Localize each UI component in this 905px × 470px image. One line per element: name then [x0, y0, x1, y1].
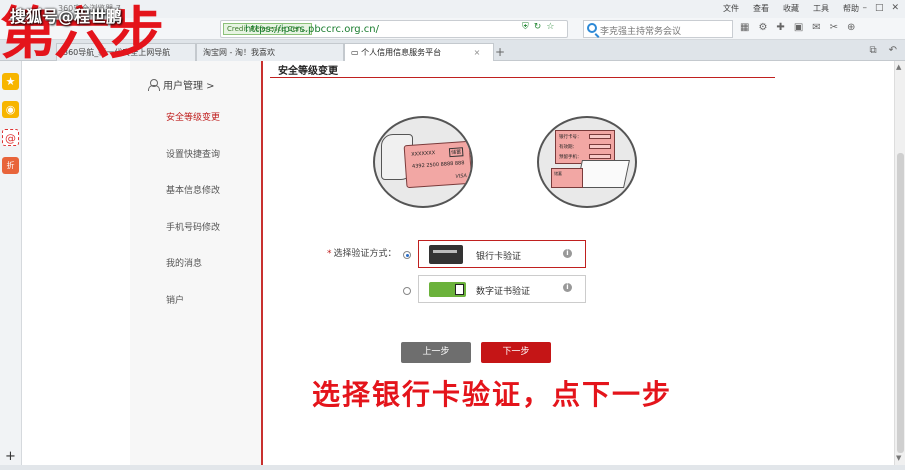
- watermark: 搜狐号@程世鹏: [10, 7, 123, 26]
- search-box[interactable]: 李克强主持常务会议: [583, 20, 733, 38]
- extension-icon[interactable]: ✚: [776, 22, 784, 33]
- vertical-scrollbar[interactable]: ▲ ▼: [894, 61, 905, 465]
- prev-step-button[interactable]: 上一步: [401, 342, 471, 363]
- address-bar[interactable]: Credit Reference Cen... https://ipcrs.pb…: [220, 20, 568, 38]
- info-icon-bank-card[interactable]: i: [563, 249, 572, 258]
- close-icon[interactable]: ✕: [891, 3, 899, 13]
- certificate-key-icon: [429, 282, 466, 297]
- online-form-illustration: 银行卡号： 有效期： 预留手机： 储蓄: [537, 116, 637, 208]
- window-menu: 文件 查看 收藏 工具 帮助: [723, 3, 859, 14]
- required-mark: *: [327, 249, 332, 259]
- address-icons: ⛨ ↻ ☆: [522, 22, 554, 32]
- add-sidebar-icon[interactable]: +: [5, 449, 16, 464]
- laptop-graphic: [576, 160, 630, 188]
- scroll-down-icon[interactable]: ▼: [896, 454, 901, 462]
- shield-icon[interactable]: ⛨: [522, 22, 529, 32]
- grid-icon[interactable]: ▦: [740, 22, 749, 33]
- minimize-icon[interactable]: –: [862, 3, 867, 13]
- nav-heading: 用户管理 >: [148, 77, 215, 92]
- instruction-caption: 选择银行卡验证，点下一步: [312, 378, 673, 411]
- bank-card-illustration: XXXXXXX 储蓄 4392 2500 8888 888 VISA: [373, 116, 473, 208]
- pdf-icon[interactable]: ▣: [794, 22, 803, 33]
- content-divider: [261, 61, 263, 465]
- option-digital-cert-label: 数字证书验证: [476, 287, 531, 297]
- url-text[interactable]: https://ipcrs.pbccrc.org.cn/: [245, 24, 379, 35]
- favorites-star-icon[interactable]: ★: [2, 73, 19, 90]
- refresh-icon[interactable]: ↻: [534, 22, 542, 32]
- undo-icon[interactable]: ↶: [889, 45, 897, 56]
- title-underline: [270, 77, 775, 78]
- search-icon: [587, 23, 597, 33]
- bank-card-icon: [429, 245, 463, 264]
- mail-at-icon[interactable]: @: [2, 129, 19, 146]
- new-tab-button[interactable]: +: [495, 45, 505, 59]
- radio-digital-cert[interactable]: [403, 287, 411, 295]
- screenshot-icon[interactable]: ✂: [830, 22, 838, 33]
- verify-method-label: * 选择验证方式：: [327, 249, 397, 259]
- page-icon: ▭: [351, 48, 362, 57]
- mail-icon[interactable]: ✉: [812, 22, 820, 33]
- form-panel-graphic: 银行卡号： 有效期： 预留手机：: [555, 130, 615, 164]
- tabbar-tools: ⧉ ↶: [869, 45, 897, 56]
- menu-favorites[interactable]: 收藏: [783, 3, 799, 14]
- scroll-up-icon[interactable]: ▲: [896, 63, 901, 71]
- discount-icon[interactable]: 折: [2, 157, 19, 174]
- menu-tools[interactable]: 工具: [813, 3, 829, 14]
- next-step-button[interactable]: 下一步: [481, 342, 551, 363]
- nav-item-phone[interactable]: 手机号码修改: [166, 220, 220, 233]
- menu-help[interactable]: 帮助: [843, 3, 859, 14]
- page-content: 用户管理 > 安全等级变更 设置快捷查询 基本信息修改 手机号码修改 我的消息 …: [22, 61, 894, 465]
- weibo-icon[interactable]: ◉: [2, 101, 19, 118]
- option-bank-card[interactable]: 银行卡验证: [418, 240, 586, 268]
- radio-bank-card[interactable]: [403, 251, 411, 259]
- tab-close-icon[interactable]: ×: [474, 48, 481, 57]
- bank-card-graphic: XXXXXXX 储蓄 4392 2500 8888 888 VISA: [403, 140, 471, 189]
- restore-tab-icon[interactable]: ⧉: [869, 45, 876, 56]
- user-icon: [148, 79, 160, 91]
- search-input[interactable]: 李克强主持常务会议: [600, 24, 681, 37]
- gear-icon[interactable]: ⚙: [758, 22, 767, 33]
- status-bar: [0, 465, 905, 470]
- star-icon[interactable]: ☆: [546, 22, 554, 32]
- nav-item-messages[interactable]: 我的消息: [166, 256, 202, 269]
- nav-item-close-account[interactable]: 销户: [166, 293, 184, 306]
- browser-side-rail: ★ ◉ @ 折 +: [0, 61, 22, 470]
- mini-card-graphic: 储蓄: [551, 168, 583, 188]
- scroll-thumb[interactable]: [897, 153, 904, 453]
- page-title: 安全等级变更: [278, 66, 338, 77]
- zoom-icon[interactable]: ⊕: [847, 22, 855, 33]
- option-digital-cert[interactable]: 数字证书验证: [418, 275, 586, 303]
- menu-view[interactable]: 查看: [753, 3, 769, 14]
- maximize-icon[interactable]: □: [875, 3, 884, 13]
- nav-item-quick-query[interactable]: 设置快捷查询: [166, 147, 220, 160]
- option-bank-card-label: 银行卡验证: [476, 252, 522, 262]
- toolbar-icons: ▦ ⚙ ✚ ▣ ✉ ✂ ⊕: [740, 22, 855, 33]
- menu-file[interactable]: 文件: [723, 3, 739, 14]
- info-icon-digital-cert[interactable]: i: [563, 283, 572, 292]
- tab-credit-platform[interactable]: ▭ 个人信用信息服务平台 ×: [344, 43, 494, 61]
- nav-item-security-level[interactable]: 安全等级变更: [166, 110, 220, 123]
- user-management-nav: 用户管理 > 安全等级变更 设置快捷查询 基本信息修改 手机号码修改 我的消息 …: [130, 61, 263, 465]
- nav-item-basic-info[interactable]: 基本信息修改: [166, 183, 220, 196]
- tab-taobao[interactable]: 淘宝网 - 淘！我喜欢: [196, 43, 344, 61]
- window-controls: – □ ✕: [862, 3, 899, 13]
